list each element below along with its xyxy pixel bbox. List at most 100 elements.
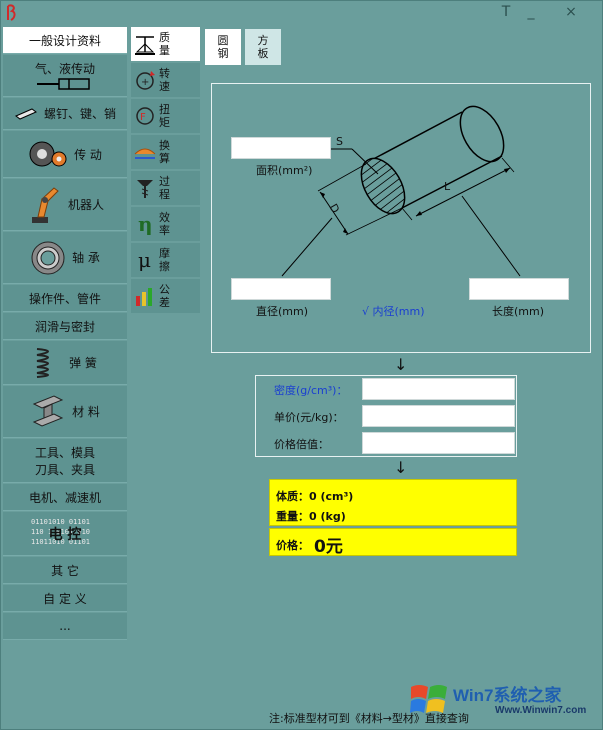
multiplier-input[interactable]: [362, 432, 515, 454]
tool-item-tolerance[interactable]: 公差: [131, 279, 200, 313]
sidebar-item-materials[interactable]: 材 料: [3, 386, 127, 438]
tool-item-friction[interactable]: μ 摩擦: [131, 243, 200, 277]
sidebar-item-general[interactable]: 一般设计资料: [3, 27, 127, 54]
svg-text:F: F: [140, 112, 146, 123]
tool-item-convert[interactable]: 换算: [131, 135, 200, 169]
minimize-button[interactable]: _: [520, 3, 542, 21]
sidebar-item-label-2: 刀具、夹具: [34, 462, 95, 477]
gear-icon: [29, 141, 67, 167]
sidebar-item-bearing[interactable]: 轴 承: [3, 232, 127, 284]
svg-text:η: η: [138, 212, 153, 236]
tool-item-process[interactable]: 过程: [131, 171, 200, 205]
multiplier-label: 价格倍值：: [274, 438, 329, 451]
inner-diameter-toggle[interactable]: √ 内径(mm): [362, 303, 425, 319]
category-sidebar: 一般设计资料 气、液传动 螺钉、键、销 传 动 机器人 轴 承 操作件、管件 润…: [3, 27, 127, 642]
length-label: 长度(mm): [492, 305, 545, 318]
sidebar-item-label: 气、液传动: [34, 62, 95, 76]
sidebar-item-label: 轴 承: [72, 251, 100, 265]
price-box: 价格： 0元: [269, 528, 517, 557]
volume-text: 体质：0 (cm³): [276, 490, 354, 503]
sidebar-item-label: ...: [59, 619, 71, 633]
sidebar-item-label: 操作件、管件: [28, 291, 101, 306]
s-mark: S: [336, 135, 343, 148]
sidebar-item-transmission[interactable]: 传 动: [3, 131, 127, 178]
tab-round-steel[interactable]: 圆钢: [205, 29, 241, 65]
ibeam-icon: [32, 394, 64, 427]
price-result-label: 价格：: [276, 539, 309, 552]
tool-item-label: 公差: [159, 283, 170, 309]
weight-text: 重量：0 (kg): [276, 510, 346, 523]
sidebar-item-more[interactable]: ...: [3, 613, 127, 640]
sidebar-item-label: 润滑与密封: [34, 319, 95, 334]
svg-text:+: +: [141, 77, 149, 88]
bearing-icon: [31, 241, 65, 274]
sidebar-item-motors[interactable]: 电机、减速机: [3, 484, 127, 511]
sidebar-item-electric-control[interactable]: 01101010 01101 110 1 0101 010 11011010 0…: [3, 512, 127, 556]
material-form: 密度(g/cm³)： 单价(元/kg)： 价格倍值：: [255, 375, 517, 457]
app-window: T _ × 一般设计资料 气、液传动 螺钉、键、销 传 动 机器人 轴 承 操作…: [0, 0, 603, 730]
tool-item-label: 转速: [159, 67, 170, 93]
cylinder-icon: [37, 78, 90, 90]
tool-item-label: 摩擦: [159, 247, 170, 273]
tool-item-label: 换算: [159, 139, 170, 165]
down-arrow-icon: ↓: [394, 355, 408, 374]
windows-logo-icon: [410, 685, 447, 713]
tool-item-torque[interactable]: F 扭矩: [131, 99, 200, 133]
convert-icon: [134, 148, 156, 159]
rotation-icon: +: [136, 71, 155, 90]
length-input[interactable]: [469, 278, 569, 300]
torque-icon: F: [136, 107, 154, 125]
tab-label: 方板: [257, 34, 269, 60]
text-mode-button[interactable]: T: [495, 3, 517, 21]
diameter-label: 直径(mm): [256, 305, 309, 318]
sidebar-item-label: 传 动: [74, 147, 102, 162]
tab-flat-plate[interactable]: 方板: [245, 29, 281, 65]
sidebar-item-pneumatic[interactable]: 气、液传动: [3, 55, 127, 97]
close-button[interactable]: ×: [560, 3, 582, 21]
sidebar-item-operating-parts[interactable]: 操作件、管件: [3, 285, 127, 312]
diameter-input[interactable]: [231, 278, 331, 300]
sidebar-item-spring[interactable]: 弹 簧: [3, 341, 127, 385]
density-input[interactable]: [362, 378, 515, 400]
sidebar-item-label: 其 它: [51, 563, 79, 578]
area-label: 面积(mm²): [256, 164, 313, 177]
l-mark: L: [444, 180, 451, 193]
tool-item-efficiency[interactable]: η 效率: [131, 207, 200, 241]
scale-icon: [135, 36, 155, 55]
price-label: 单价(元/kg)：: [274, 411, 344, 424]
tool-item-label: 效率: [159, 211, 170, 237]
tolerance-icon: [136, 288, 152, 306]
density-label: 密度(g/cm³)：: [274, 384, 348, 397]
tool-item-label: 过程: [159, 175, 170, 201]
sidebar-item-other[interactable]: 其 它: [3, 557, 127, 584]
watermark-brand: Win7系统之家: [453, 686, 562, 705]
sidebar-item-label: 电 控: [48, 526, 82, 543]
dimension-diagram-panel: S D L 面积(mm²) 直径(mm) √ 内径(mm) 长度(mm): [211, 83, 591, 353]
tool-item-mass[interactable]: 质量: [131, 27, 200, 61]
tool-item-speed[interactable]: + 转速: [131, 63, 200, 97]
eta-icon: η: [138, 212, 153, 236]
sidebar-item-robot[interactable]: 机器人: [3, 179, 127, 231]
watermark-url: Www.Winwin7.com: [495, 705, 587, 716]
sidebar-item-fasteners[interactable]: 螺钉、键、销: [3, 98, 127, 130]
sidebar-item-label: 弹 簧: [69, 356, 97, 370]
robot-arm-icon: [31, 186, 59, 223]
tool-item-label: 扭矩: [159, 103, 170, 129]
down-arrow-icon: ↓: [394, 458, 408, 477]
sidebar-item-label: 一般设计资料: [28, 33, 101, 48]
app-logo-icon: [7, 4, 16, 21]
watermark: Win7系统之家 Www.Winwin7.com: [405, 677, 601, 723]
sidebar-item-custom[interactable]: 自 定 义: [3, 585, 127, 612]
tab-label: 圆钢: [217, 34, 229, 60]
sidebar-item-label: 自 定 义: [43, 591, 87, 606]
area-input[interactable]: [231, 137, 331, 159]
sidebar-item-lubrication[interactable]: 润滑与密封: [3, 313, 127, 340]
sidebar-item-tools[interactable]: 工具、模具 刀具、夹具: [3, 439, 127, 483]
sidebar-item-label: 工具、模具: [34, 445, 95, 460]
sidebar-item-label: 机器人: [67, 198, 104, 212]
spring-icon: [36, 347, 50, 378]
price-result-value: 0元: [314, 537, 343, 557]
drill-icon: [137, 180, 153, 198]
mu-icon: μ: [138, 248, 151, 272]
price-input[interactable]: [362, 405, 515, 427]
